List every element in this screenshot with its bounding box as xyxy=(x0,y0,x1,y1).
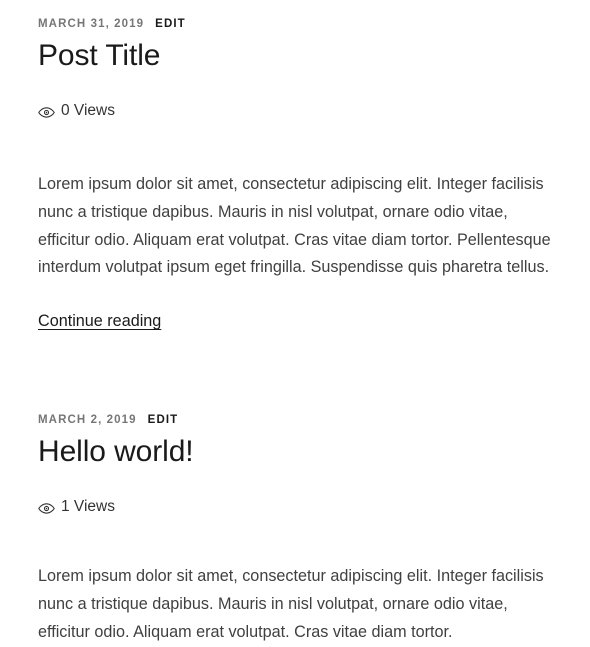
post-title[interactable]: Hello world! xyxy=(38,434,556,469)
continue-reading-link[interactable]: Continue reading xyxy=(38,312,161,330)
eye-icon xyxy=(38,104,55,121)
post-separator xyxy=(0,336,590,414)
views-count: 0 Views xyxy=(61,102,115,120)
post-views: 1 Views xyxy=(38,496,556,518)
post-date: MARCH 31, 2019 xyxy=(38,18,145,30)
views-count: 1 Views xyxy=(61,498,115,516)
edit-post-link[interactable]: EDIT xyxy=(148,414,179,428)
post-title-text: Hello world! xyxy=(38,434,194,468)
post-title[interactable]: Post Title xyxy=(38,38,556,73)
entry-meta: MARCH 31, 2019 EDIT xyxy=(38,18,556,32)
post-excerpt-text: Lorem ipsum dolor sit amet, consectetur … xyxy=(38,567,544,641)
post-views: 0 Views xyxy=(38,100,556,122)
post-article: MARCH 2, 2019 EDIT Hello world! 1 Views … xyxy=(0,414,590,646)
post-list: MARCH 31, 2019 EDIT Post Title 0 Views L… xyxy=(0,0,590,647)
edit-post-link[interactable]: EDIT xyxy=(155,18,186,32)
post-excerpt: Lorem ipsum dolor sit amet, consectetur … xyxy=(38,171,556,336)
eye-icon xyxy=(38,500,55,517)
post-date: MARCH 2, 2019 xyxy=(38,414,137,427)
post-article: MARCH 31, 2019 EDIT Post Title 0 Views L… xyxy=(0,0,590,336)
entry-meta: MARCH 2, 2019 EDIT xyxy=(38,414,556,428)
post-excerpt-text: Lorem ipsum dolor sit amet, consectetur … xyxy=(38,174,551,277)
post-excerpt: Lorem ipsum dolor sit amet, consectetur … xyxy=(38,563,556,647)
post-title-text: Post Title xyxy=(38,38,161,72)
continue-reading-wrap: Continue reading xyxy=(38,308,556,336)
